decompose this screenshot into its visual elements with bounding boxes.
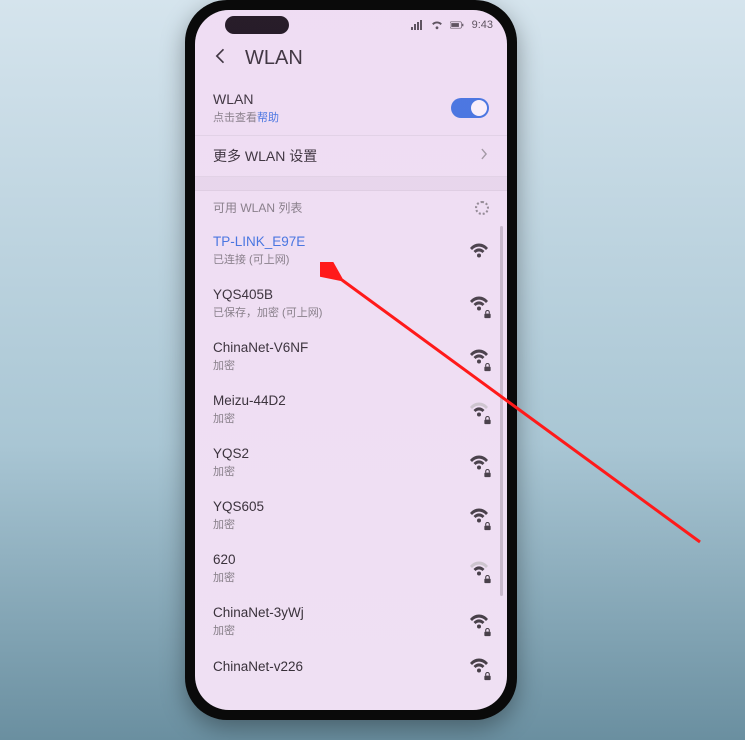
network-status: 已保存，加密 (可上网) bbox=[213, 304, 322, 320]
wifi-status-icon bbox=[430, 19, 444, 31]
network-row[interactable]: YQS2 加密 bbox=[195, 436, 507, 489]
network-status: 加密 bbox=[213, 569, 236, 585]
network-name: YQS605 bbox=[213, 499, 264, 514]
wifi-strength-icon bbox=[469, 296, 489, 312]
more-wlan-settings-row[interactable]: 更多 WLAN 设置 bbox=[195, 136, 507, 177]
wifi-strength-icon bbox=[469, 455, 489, 471]
back-arrow-icon[interactable] bbox=[211, 46, 231, 71]
wifi-strength-icon bbox=[469, 508, 489, 524]
lock-icon bbox=[483, 465, 492, 474]
network-row[interactable]: Meizu-44D2 加密 bbox=[195, 383, 507, 436]
network-row[interactable]: YQS605 加密 bbox=[195, 489, 507, 542]
network-status: 加密 bbox=[213, 357, 308, 373]
wlan-toggle-sub-prefix: 点击查看 bbox=[213, 112, 257, 124]
wlan-toggle-sub: 点击查看帮助 bbox=[213, 109, 279, 125]
network-name: Meizu-44D2 bbox=[213, 393, 286, 408]
lock-icon bbox=[483, 571, 492, 580]
network-status: 加密 bbox=[213, 622, 304, 638]
page-header: WLAN bbox=[195, 40, 507, 81]
scrollbar[interactable] bbox=[500, 226, 503, 596]
network-row[interactable]: 620 加密 bbox=[195, 542, 507, 595]
section-divider bbox=[195, 177, 507, 191]
network-row[interactable]: YQS405B 已保存，加密 (可上网) bbox=[195, 277, 507, 330]
wifi-strength-icon bbox=[469, 561, 489, 577]
phone-frame: 9:43 WLAN WLAN 点击查看帮助 更多 WLAN 设置 bbox=[185, 0, 517, 720]
available-networks-header: 可用 WLAN 列表 bbox=[195, 191, 507, 224]
wlan-toggle-row[interactable]: WLAN 点击查看帮助 bbox=[195, 81, 507, 136]
network-name: ChinaNet-3yWj bbox=[213, 605, 304, 620]
network-row[interactable]: ChinaNet-3yWj 加密 bbox=[195, 595, 507, 648]
wlan-help-link[interactable]: 帮助 bbox=[257, 112, 279, 124]
scanning-spinner-icon bbox=[475, 201, 489, 215]
lock-icon bbox=[483, 518, 492, 527]
signal-icon bbox=[410, 19, 424, 31]
chevron-right-icon bbox=[479, 147, 489, 166]
battery-icon bbox=[450, 19, 464, 31]
network-name: YQS2 bbox=[213, 446, 249, 461]
wlan-toggle-switch[interactable] bbox=[451, 98, 489, 118]
page-title: WLAN bbox=[245, 47, 303, 70]
wifi-strength-icon bbox=[469, 658, 489, 674]
network-name: 620 bbox=[213, 552, 236, 567]
screen: 9:43 WLAN WLAN 点击查看帮助 更多 WLAN 设置 bbox=[195, 10, 507, 710]
available-networks-label: 可用 WLAN 列表 bbox=[213, 199, 302, 216]
network-name: ChinaNet-V6NF bbox=[213, 340, 308, 355]
lock-icon bbox=[483, 359, 492, 368]
wlan-toggle-title: WLAN bbox=[213, 91, 279, 107]
network-name: YQS405B bbox=[213, 287, 322, 302]
lock-icon bbox=[483, 668, 492, 677]
network-status: 加密 bbox=[213, 516, 264, 532]
network-list: TP-LINK_E97E 已连接 (可上网) YQS405B 已保存，加密 (可上网)… bbox=[195, 224, 507, 684]
wifi-strength-icon bbox=[469, 349, 489, 365]
network-name: TP-LINK_E97E bbox=[213, 234, 305, 249]
network-status: 加密 bbox=[213, 463, 249, 479]
clock: 9:43 bbox=[472, 19, 493, 31]
status-bar: 9:43 bbox=[195, 10, 507, 40]
network-status: 加密 bbox=[213, 410, 286, 426]
lock-icon bbox=[483, 412, 492, 421]
wifi-strength-icon bbox=[469, 614, 489, 630]
network-row[interactable]: ChinaNet-V6NF 加密 bbox=[195, 330, 507, 383]
lock-icon bbox=[483, 624, 492, 633]
lock-icon bbox=[483, 306, 492, 315]
camera-cutout bbox=[225, 16, 289, 34]
network-name: ChinaNet-v226 bbox=[213, 659, 303, 674]
wifi-strength-icon bbox=[469, 243, 489, 259]
wifi-strength-icon bbox=[469, 402, 489, 418]
network-row[interactable]: TP-LINK_E97E 已连接 (可上网) bbox=[195, 224, 507, 277]
network-row[interactable]: ChinaNet-v226 bbox=[195, 648, 507, 684]
more-wlan-settings-label: 更多 WLAN 设置 bbox=[213, 146, 317, 166]
network-status: 已连接 (可上网) bbox=[213, 251, 305, 267]
